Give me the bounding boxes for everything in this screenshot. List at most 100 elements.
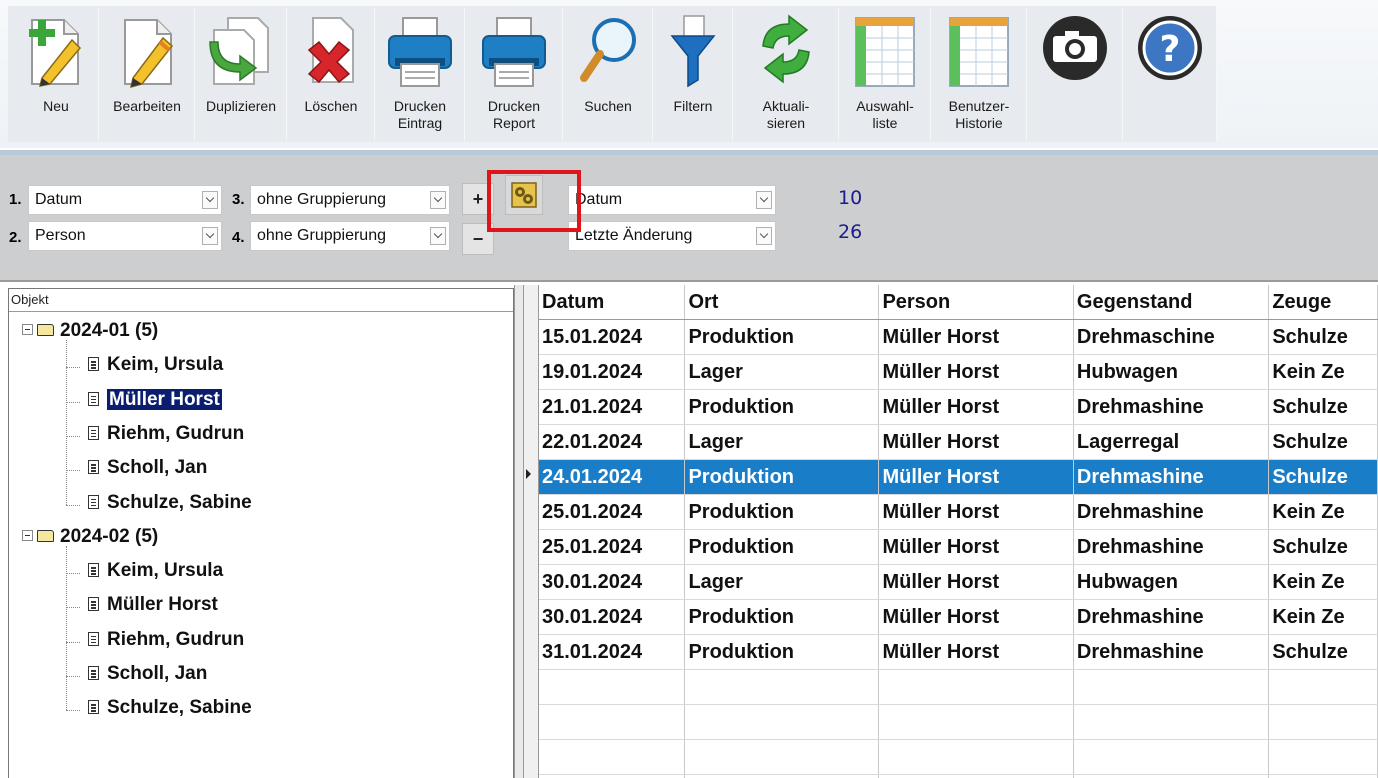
table-cell[interactable]: Drehmashine [1073,599,1270,635]
tree-item[interactable]: Scholl, Jan [88,457,207,479]
chevron-down-icon[interactable] [430,227,446,245]
table-cell[interactable]: Kein Ze [1268,564,1378,600]
tree-item[interactable]: Schulze, Sabine [88,492,252,514]
table-cell[interactable] [1073,739,1270,775]
table-cell[interactable]: Müller Horst [878,389,1074,425]
table-row[interactable] [539,774,1378,778]
table-cell[interactable]: Lager [684,564,880,600]
tree-item[interactable]: Keim, Ursula [88,354,223,376]
table-cell[interactable]: Schulze [1268,424,1378,460]
delete-button[interactable]: Löschen [288,8,375,140]
table-cell[interactable]: Produktion [684,494,880,530]
table-cell[interactable]: Schulze [1268,529,1378,565]
table-cell[interactable] [684,704,880,740]
column-header-zeuge[interactable]: Zeuge [1268,285,1378,320]
refresh-button[interactable]: Aktuali- sieren [734,8,839,140]
table-cell[interactable]: Kein Ze [1268,599,1378,635]
sort2-select[interactable]: Letzte Änderung [568,221,776,251]
table-cell[interactable]: Produktion [684,529,880,565]
selection-list-button[interactable]: Auswahl- liste [840,8,931,140]
table-cell[interactable]: Produktion [684,319,880,355]
table-cell[interactable] [684,669,880,705]
table-cell[interactable]: Lager [684,354,880,390]
table-cell[interactable]: Schulze [1268,389,1378,425]
table-cell[interactable]: Drehmashine [1073,389,1270,425]
table-cell[interactable]: Drehmashine [1073,634,1270,670]
table-cell[interactable] [1268,739,1378,775]
tree-item[interactable]: Scholl, Jan [88,663,207,685]
tree-item[interactable]: Müller Horst [88,594,218,616]
table-cell[interactable]: Produktion [684,634,880,670]
table-row[interactable] [539,669,1378,705]
collapse-icon[interactable] [22,529,33,541]
new-button[interactable]: Neu [14,8,99,140]
table-cell[interactable]: Drehmashine [1073,459,1270,495]
column-header-gegenstand[interactable]: Gegenstand [1073,285,1270,320]
tree-item[interactable]: Schulze, Sabine [88,697,252,719]
screenshot-button[interactable] [1028,8,1123,140]
table-cell[interactable]: Produktion [684,459,880,495]
table-cell[interactable]: Müller Horst [878,564,1074,600]
table-cell[interactable]: Müller Horst [878,599,1074,635]
tree-item[interactable]: Riehm, Gudrun [88,629,244,651]
table-cell[interactable]: Schulze [1268,319,1378,355]
chevron-down-icon[interactable] [202,191,218,209]
chevron-down-icon[interactable] [430,191,446,209]
tree-item[interactable]: Müller Horst [88,387,223,411]
table-cell[interactable]: Hubwagen [1073,564,1270,600]
collapse-icon[interactable] [22,324,33,335]
group4-select[interactable]: ohne Gruppierung [250,221,450,251]
user-history-button[interactable]: Benutzer- Historie [932,8,1027,140]
table-cell[interactable]: Kein Ze [1268,354,1378,390]
table-row[interactable]: 22.01.2024 Lager Müller Horst Lagerregal Sch… [539,424,1378,460]
table-cell[interactable]: Müller Horst [878,424,1074,460]
table-cell[interactable] [1268,774,1378,778]
records-grid[interactable]: Datum Ort Person Gegenstand Zeuge 15.01.2024… [539,285,1378,778]
table-row[interactable]: 21.01.2024 Produktion Müller Horst Drehmash… [539,389,1378,425]
column-header-datum[interactable]: Datum [539,285,686,320]
chevron-down-icon[interactable] [756,227,772,245]
duplicate-button[interactable]: Duplizieren [196,8,287,140]
table-row[interactable]: 25.01.2024 Produktion Müller Horst Drehmash… [539,529,1378,565]
table-row[interactable]: 30.01.2024 Lager Müller Horst Hubwagen Kein … [539,564,1378,600]
chevron-down-icon[interactable] [756,191,772,209]
table-cell[interactable] [539,669,686,705]
filter-button[interactable]: Filtern [654,8,733,140]
table-cell[interactable]: Drehmaschine [1073,319,1270,355]
tree-group[interactable]: 2024-01 (5) [22,320,158,342]
chevron-down-icon[interactable] [202,227,218,245]
table-cell[interactable]: Müller Horst [878,354,1074,390]
table-cell[interactable] [684,739,880,775]
table-cell[interactable] [1268,669,1378,705]
sort1-select[interactable]: Datum [568,185,776,215]
pane-splitter[interactable] [514,285,524,778]
table-row[interactable]: 30.01.2024 Produktion Müller Horst Drehmash… [539,599,1378,635]
table-cell[interactable]: Schulze [1268,459,1378,495]
table-cell[interactable]: 31.01.2024 [539,634,686,670]
table-cell[interactable]: Lager [684,424,880,460]
table-cell[interactable]: Drehmashine [1073,494,1270,530]
table-cell[interactable]: 30.01.2024 [539,564,686,600]
table-cell[interactable] [539,739,686,775]
table-cell[interactable]: 30.01.2024 [539,599,686,635]
group3-select[interactable]: ohne Gruppierung [250,185,450,215]
tree-group[interactable]: 2024-02 (5) [22,526,158,548]
table-cell[interactable]: 25.01.2024 [539,494,686,530]
tree-item[interactable]: Keim, Ursula [88,560,223,582]
table-cell[interactable] [539,704,686,740]
table-cell[interactable] [1073,774,1270,778]
table-cell[interactable]: Schulze [1268,634,1378,670]
table-cell[interactable]: 19.01.2024 [539,354,686,390]
table-cell[interactable]: Müller Horst [878,494,1074,530]
search-button[interactable]: Suchen [564,8,653,140]
table-cell[interactable] [878,704,1074,740]
print-report-button[interactable]: Drucken Report [466,8,563,140]
table-cell[interactable] [1073,704,1270,740]
help-button[interactable]: ? [1124,8,1217,140]
table-cell[interactable]: Drehmashine [1073,529,1270,565]
table-cell[interactable] [1268,704,1378,740]
table-cell[interactable] [878,669,1074,705]
table-cell[interactable]: Lagerregal [1073,424,1270,460]
table-row[interactable]: 19.01.2024 Lager Müller Horst Hubwagen Kein … [539,354,1378,390]
table-cell[interactable]: Müller Horst [878,529,1074,565]
